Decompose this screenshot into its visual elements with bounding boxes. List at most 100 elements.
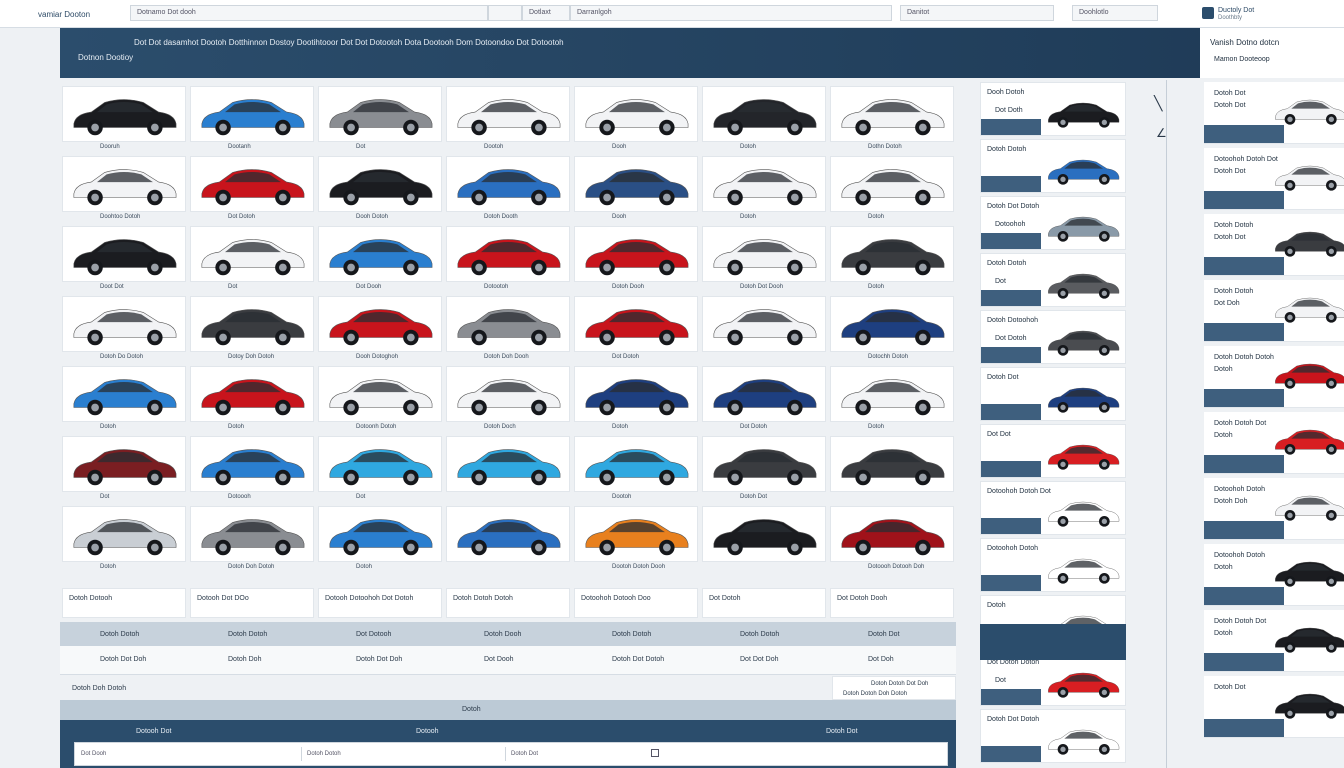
summary-cell[interactable]: Dotoh Dotooh <box>62 588 186 618</box>
featured-card[interactable]: Dotoh Dotoohoh Dot Dotoh <box>980 310 1126 364</box>
summary-cell[interactable]: Dot Dotoh <box>702 588 826 618</box>
vehicle-card[interactable] <box>190 436 314 492</box>
chevron-up-icon[interactable]: ∠ <box>1156 126 1167 140</box>
account-icon[interactable] <box>1202 7 1214 19</box>
vehicle-card[interactable] <box>446 296 570 352</box>
filter-input[interactable]: Darranlgoh <box>570 5 892 21</box>
vehicle-card[interactable] <box>62 366 186 422</box>
summary-cell[interactable]: Dotooh Dotoohoh Dot Dotoh <box>318 588 442 618</box>
table-header-cell[interactable]: Dotoh Dot <box>868 631 900 638</box>
vehicle-card[interactable] <box>318 296 442 352</box>
search-button[interactable] <box>488 5 522 21</box>
featured-card[interactable]: Dotoohoh Dotoh Dot <box>980 481 1126 535</box>
filter-dropdown[interactable]: Dotlaxt <box>522 5 570 21</box>
featured-card[interactable]: Dotoh Dotoh <box>980 139 1126 193</box>
brand-label[interactable]: vamiar Dooton <box>38 10 90 19</box>
vehicle-card[interactable] <box>62 296 186 352</box>
recent-card[interactable]: Dotoh Dot Dotoh Dot <box>1204 82 1344 144</box>
resize-handle-icon[interactable]: ╲ <box>1154 95 1162 112</box>
footer-input-3[interactable]: Dotoh Dot <box>511 751 538 757</box>
vehicle-card[interactable] <box>318 86 442 142</box>
vehicle-card[interactable] <box>702 436 826 492</box>
summary-cell[interactable]: Dotoh Dotoh Dotoh <box>446 588 570 618</box>
vehicle-card[interactable] <box>190 226 314 282</box>
vehicle-card[interactable] <box>574 296 698 352</box>
vehicle-card[interactable] <box>446 366 570 422</box>
vehicle-card[interactable] <box>446 156 570 212</box>
table-row[interactable]: Dotoh Dot Doh Dotoh Doh Dotoh Dot Doh Dot D… <box>60 646 956 675</box>
vehicle-card[interactable] <box>318 506 442 562</box>
vehicle-card[interactable] <box>830 156 954 212</box>
vehicle-card[interactable] <box>318 366 442 422</box>
highlight-card[interactable] <box>980 624 1126 660</box>
featured-card[interactable]: Dotoh Dot Dotoh Dotoohoh <box>980 196 1126 250</box>
summary-cell[interactable]: Dotooh Dot DOo <box>190 588 314 618</box>
recent-card[interactable]: Dotoh Dotoh Dot Dotoh <box>1204 610 1344 672</box>
vehicle-card[interactable] <box>446 86 570 142</box>
recent-card[interactable]: Dotoohoh Dotoh Dotoh Doh <box>1204 478 1344 540</box>
vehicle-card[interactable] <box>318 226 442 282</box>
vehicle-card[interactable] <box>702 86 826 142</box>
recent-card[interactable]: Dotoh Dotoh Dotoh Dotoh <box>1204 346 1344 408</box>
account-label[interactable]: Ductoly Dot <box>1218 7 1254 14</box>
recent-card[interactable]: Dotoohoh Dotoh Dotoh <box>1204 544 1344 606</box>
filter-select-3[interactable]: Doohlotlo <box>1072 5 1158 21</box>
vehicle-card[interactable] <box>702 226 826 282</box>
vehicle-card[interactable] <box>190 506 314 562</box>
recent-card[interactable]: Dotoh Dotoh Dot Dotoh <box>1204 412 1344 474</box>
search-input[interactable]: Dotnamo Dot dooh <box>130 5 488 21</box>
vehicle-card[interactable] <box>190 156 314 212</box>
table-header-cell[interactable]: Dotoh Dotoh <box>100 631 139 638</box>
table-header-cell[interactable]: Dotoh Dotoh <box>612 631 651 638</box>
featured-card[interactable]: Dotoohoh Dotoh <box>980 538 1126 592</box>
table-header-cell[interactable]: Dotoh Dotoh <box>740 631 779 638</box>
summary-cell[interactable]: Dot Dotoh Dooh <box>830 588 954 618</box>
vehicle-card[interactable] <box>190 296 314 352</box>
filter-select-2[interactable]: Danitot <box>900 5 1054 21</box>
vehicle-card[interactable] <box>62 86 186 142</box>
vehicle-card[interactable] <box>574 156 698 212</box>
vehicle-card[interactable] <box>830 226 954 282</box>
vehicle-card[interactable] <box>702 366 826 422</box>
featured-card[interactable]: Dooh Dotoh Dot Doth <box>980 82 1126 136</box>
vehicle-card[interactable] <box>574 506 698 562</box>
table-header-cell[interactable]: Dotoh Dooh <box>484 631 521 638</box>
vehicle-card[interactable] <box>446 506 570 562</box>
vehicle-card[interactable] <box>190 86 314 142</box>
featured-card[interactable]: Dot Dot <box>980 424 1126 478</box>
recent-card[interactable]: Dotoh Dotoh Dot Doh <box>1204 280 1344 342</box>
vehicle-card[interactable] <box>574 86 698 142</box>
vehicle-card[interactable] <box>830 296 954 352</box>
vehicle-card[interactable] <box>446 436 570 492</box>
recent-card[interactable]: Dotoh Dot <box>1204 676 1344 738</box>
vehicle-card[interactable] <box>446 226 570 282</box>
footer-input-1[interactable]: Dot Dooh <box>81 751 106 757</box>
table-header-cell[interactable]: Dotoh Dotoh <box>228 631 267 638</box>
vehicle-card[interactable] <box>702 506 826 562</box>
footer-input-row[interactable]: Dot Dooh Dotoh Dotoh Dotoh Dot <box>74 742 948 766</box>
vehicle-card[interactable] <box>702 156 826 212</box>
featured-card[interactable]: Dot Dotoh Dotoh Dot <box>980 652 1126 706</box>
vehicle-card[interactable] <box>830 366 954 422</box>
footer-checkbox[interactable] <box>651 749 659 757</box>
vehicle-card[interactable] <box>574 436 698 492</box>
featured-card[interactable]: Dotoh Dot <box>980 367 1126 421</box>
vehicle-card[interactable] <box>574 226 698 282</box>
vehicle-card[interactable] <box>830 86 954 142</box>
vehicle-card[interactable] <box>62 506 186 562</box>
recent-card[interactable]: Dotoohoh Dotoh Dot Dotoh Dot <box>1204 148 1344 210</box>
vehicle-card[interactable] <box>830 436 954 492</box>
vehicle-card[interactable] <box>62 226 186 282</box>
vehicle-card[interactable] <box>830 506 954 562</box>
vehicle-card[interactable] <box>190 366 314 422</box>
featured-card[interactable]: Dotoh Dot Dotoh <box>980 709 1126 763</box>
vehicle-card[interactable] <box>318 436 442 492</box>
vehicle-card[interactable] <box>62 436 186 492</box>
vehicle-card[interactable] <box>702 296 826 352</box>
vehicle-card[interactable] <box>574 366 698 422</box>
vehicle-card[interactable] <box>62 156 186 212</box>
vehicle-card[interactable] <box>318 156 442 212</box>
featured-card[interactable]: Dotoh Dotoh Dot <box>980 253 1126 307</box>
table-header-cell[interactable]: Dot Dotooh <box>356 631 391 638</box>
summary-cell[interactable]: Dotoohoh Dotooh Doo <box>574 588 698 618</box>
